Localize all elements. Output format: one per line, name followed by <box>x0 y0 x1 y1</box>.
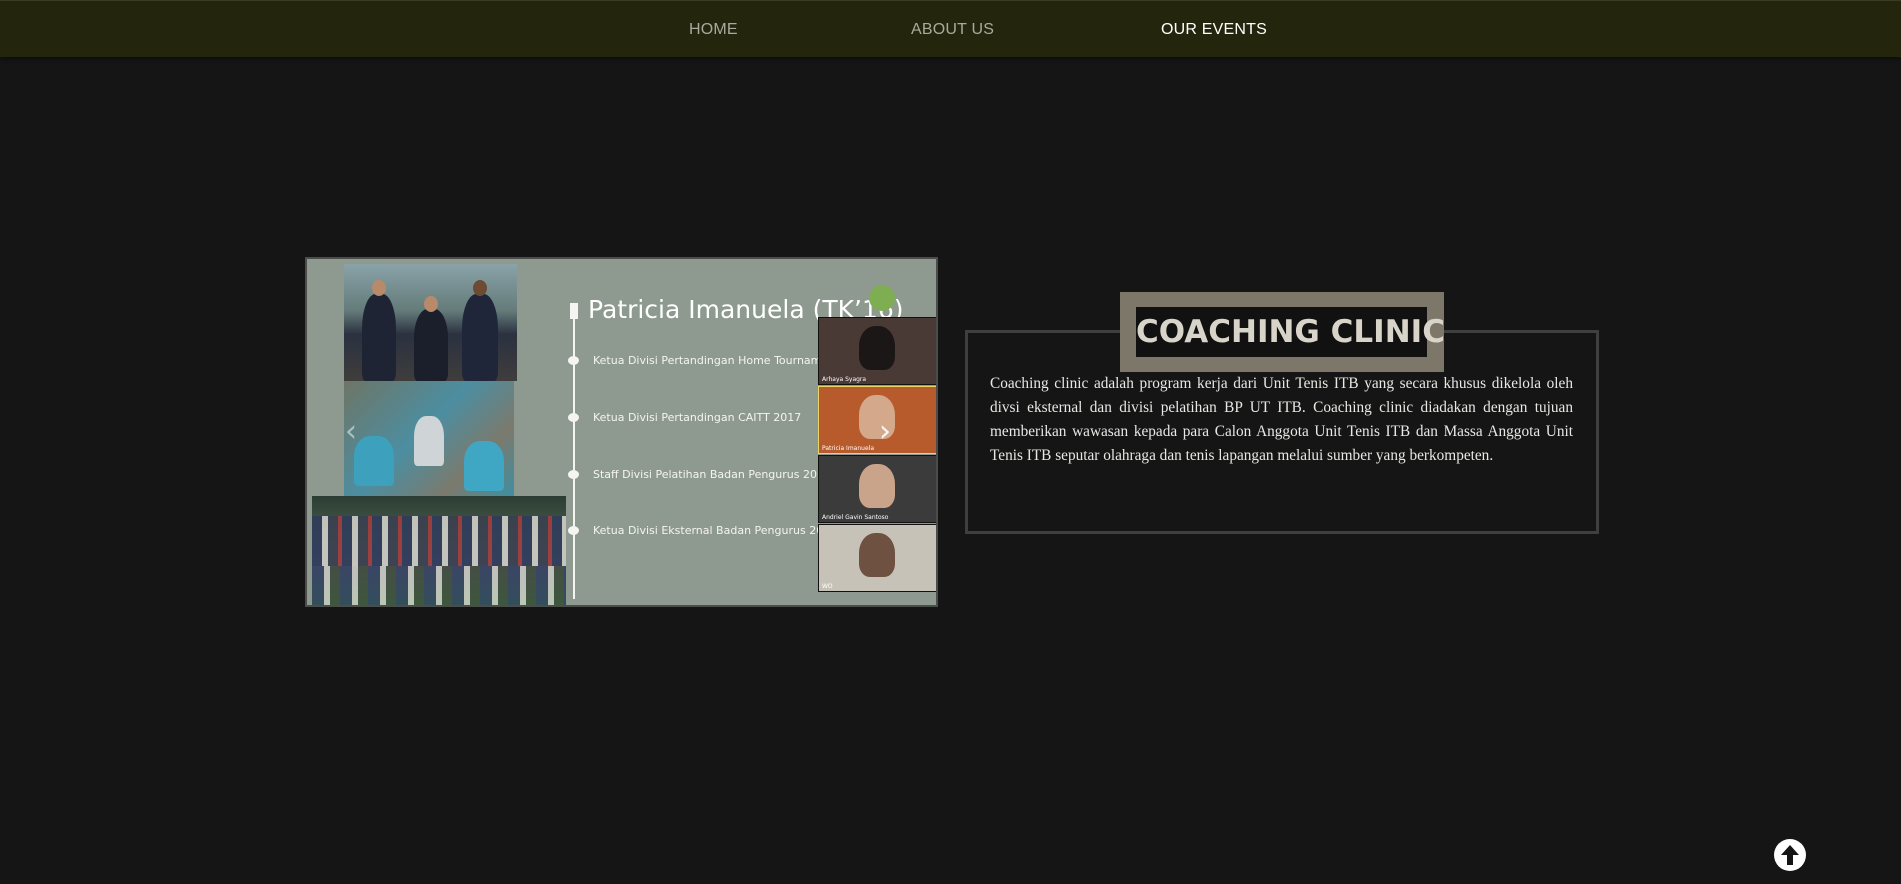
timeline-dot <box>568 470 579 479</box>
timeline-item: Ketua Divisi Pertandingan Home Tournamen… <box>593 354 850 367</box>
timeline-dot <box>568 526 579 535</box>
top-navbar: HOME ABOUT US OUR EVENTS <box>0 0 1901 57</box>
event-title-badge: COACHING CLINIC <box>1120 292 1445 372</box>
team-photo-3 <box>312 496 566 605</box>
participant-tile: Andriel Gavin Santoso <box>818 455 936 523</box>
team-photo-2 <box>344 381 514 496</box>
timeline-item: Ketua Divisi Pertandingan CAITT 2017 <box>593 411 802 424</box>
participant-tile: Arhaya Syagra <box>818 317 936 385</box>
event-title: COACHING CLINIC <box>1136 307 1445 357</box>
green-dot-icon <box>869 285 895 311</box>
timeline-dot <box>568 356 579 365</box>
nav-events-link[interactable]: OUR EVENTS <box>1161 21 1267 39</box>
participant-name: Arhaya Syagra <box>822 376 867 383</box>
chevron-right-icon[interactable]: › <box>879 414 891 449</box>
participant-name: Patricia Imanuela <box>822 445 874 452</box>
timeline-dot <box>568 413 579 422</box>
arrow-up-icon <box>1781 845 1799 865</box>
event-carousel-slide: Patricia Imanuela (TK’16) Ketua Divisi P… <box>305 257 938 607</box>
timeline-item: Staff Divisi Pelatihan Badan Pengurus 20… <box>593 468 849 481</box>
participant-tile: WO <box>818 524 936 592</box>
participant-name: Andriel Gavin Santoso <box>822 514 889 521</box>
participant-name: WO <box>822 583 833 590</box>
team-photo-1 <box>344 264 517 381</box>
arrow-up-circle-icon[interactable] <box>1774 839 1806 871</box>
nav-home-link[interactable]: HOME <box>689 21 738 39</box>
chevron-left-icon[interactable]: ‹ <box>345 414 357 449</box>
timeline-item: Ketua Divisi Eksternal Badan Pengurus 20… <box>593 524 855 537</box>
event-description: Coaching clinic adalah program kerja dar… <box>990 375 1573 464</box>
participant-tile-active: Patricia Imanuela <box>818 386 936 454</box>
video-call-panel: Arhaya Syagra Patricia Imanuela Andriel … <box>818 317 936 605</box>
nav-about-link[interactable]: ABOUT US <box>911 21 994 39</box>
